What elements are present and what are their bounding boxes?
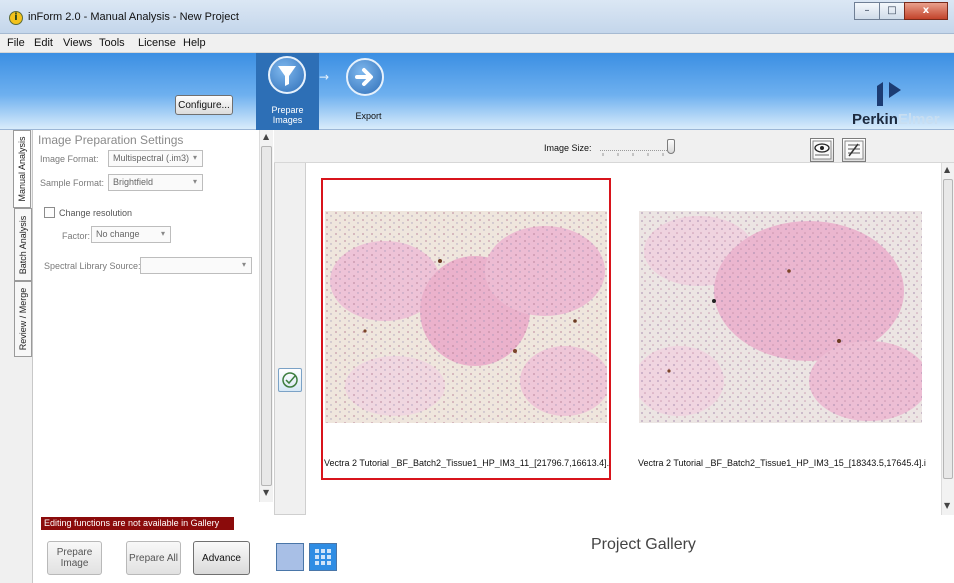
menu-help[interactable]: Help [183, 37, 206, 49]
grid-icon [315, 549, 331, 565]
menu-license[interactable]: License [138, 37, 176, 49]
project-gallery-title: Project Gallery [591, 536, 696, 553]
minimize-button[interactable]: – [854, 2, 880, 20]
edit-check-icon [282, 372, 298, 388]
menu-tools[interactable]: Tools [99, 37, 125, 49]
select-tool-button[interactable] [278, 368, 302, 392]
gallery-view-button[interactable] [309, 543, 337, 571]
arrow-right-icon [346, 58, 384, 96]
workflow-toolbar: Configure... [0, 53, 954, 130]
single-view-button[interactable] [276, 543, 304, 571]
configure-button[interactable]: Configure... [175, 95, 233, 115]
scroll-up-icon[interactable]: ▲ [263, 132, 269, 141]
view-image-button[interactable] [810, 138, 834, 162]
close-button[interactable]: x [904, 2, 948, 20]
scroll-up-icon[interactable]: ▲ [944, 165, 950, 174]
sample-format-label: Sample Format: [40, 178, 105, 188]
image-size-slider-track[interactable] [600, 150, 675, 151]
menu-file[interactable]: File [7, 37, 25, 49]
prepare-all-button[interactable]: Prepare All [126, 541, 181, 575]
tab-batch-analysis[interactable]: Batch Analysis [14, 208, 32, 281]
image-format-select[interactable]: Multispectral (.im3) ▾ [108, 150, 203, 167]
eye-icon [812, 140, 832, 160]
menu-views[interactable]: Views [63, 37, 92, 49]
spectral-library-label: Spectral Library Source: [44, 261, 141, 271]
step-prepare-images[interactable]: Prepare Images [256, 53, 319, 130]
perkinelmer-logo-icon [877, 82, 901, 106]
image-size-slider-thumb[interactable] [667, 139, 675, 154]
step-export[interactable]: Export [337, 53, 400, 130]
scroll-thumb[interactable] [261, 146, 272, 486]
funnel-icon [268, 56, 306, 94]
chevron-down-icon: ▾ [160, 229, 165, 238]
advance-button[interactable]: Advance [193, 541, 250, 575]
scroll-thumb[interactable] [943, 179, 953, 479]
image-caption: Vectra 2 Tutorial _BF_Batch2_Tissue1_HP_… [324, 458, 610, 468]
window-title: inForm 2.0 - Manual Analysis - New Proje… [28, 11, 239, 23]
sample-format-select[interactable]: Brightfield ▾ [108, 174, 203, 191]
window-controls: – □ x [854, 2, 948, 20]
tissue-image-thumbnail[interactable] [325, 211, 607, 423]
prepare-image-button[interactable]: Prepare Image [47, 541, 102, 575]
tab-manual-analysis[interactable]: Manual Analysis [13, 130, 31, 208]
gallery-scrollbar[interactable]: ▲ ▼ [941, 163, 954, 515]
step-arrow-icon: → [319, 70, 330, 84]
pencil-list-icon [844, 140, 864, 160]
scroll-down-icon[interactable]: ▼ [944, 501, 950, 510]
spectral-library-select[interactable]: ▾ [140, 257, 252, 274]
title-bar: i inForm 2.0 - Manual Analysis - New Pro… [0, 0, 954, 34]
tissue-image-thumbnail[interactable] [639, 211, 922, 423]
gallery-mode-notice: Editing functions are not available in G… [41, 517, 234, 541]
menu-edit[interactable]: Edit [34, 37, 53, 49]
image-size-label: Image Size: [544, 143, 592, 153]
app-logo-icon: i [9, 11, 23, 25]
tab-review-merge[interactable]: Review / Merge [14, 281, 32, 357]
image-list-button[interactable] [842, 138, 866, 162]
slider-ticks [602, 153, 664, 156]
menu-bar: File Edit Views Tools License Help [0, 34, 954, 53]
change-resolution-checkbox[interactable] [44, 207, 55, 218]
chevron-down-icon: ▾ [192, 177, 197, 186]
step-label: Export [355, 111, 382, 121]
image-gallery: Vectra 2 Tutorial _BF_Batch2_Tissue1_HP_… [306, 163, 941, 515]
image-format-label: Image Format: [40, 154, 99, 164]
factor-label: Factor: [62, 231, 91, 241]
change-resolution-label: Change resolution [59, 208, 133, 218]
step-label: Prepare Images [271, 105, 304, 125]
image-preparation-settings: Image Preparation Settings Image Format:… [34, 130, 259, 520]
image-caption: Vectra 2 Tutorial _BF_Batch2_Tissue1_HP_… [638, 458, 926, 468]
chevron-down-icon: ▾ [241, 260, 246, 269]
brand-logo: PerkinElmer [852, 111, 940, 128]
gallery-tool-column [274, 145, 306, 515]
maximize-button[interactable]: □ [879, 2, 905, 20]
side-tab-bar: Manual Analysis Batch Analysis Review / … [0, 130, 33, 583]
settings-scrollbar[interactable]: ▲ ▼ [259, 130, 273, 502]
settings-title: Image Preparation Settings [38, 133, 184, 147]
chevron-down-icon: ▾ [192, 153, 197, 162]
scroll-down-icon[interactable]: ▼ [263, 488, 269, 497]
factor-select[interactable]: No change ▾ [91, 226, 171, 243]
